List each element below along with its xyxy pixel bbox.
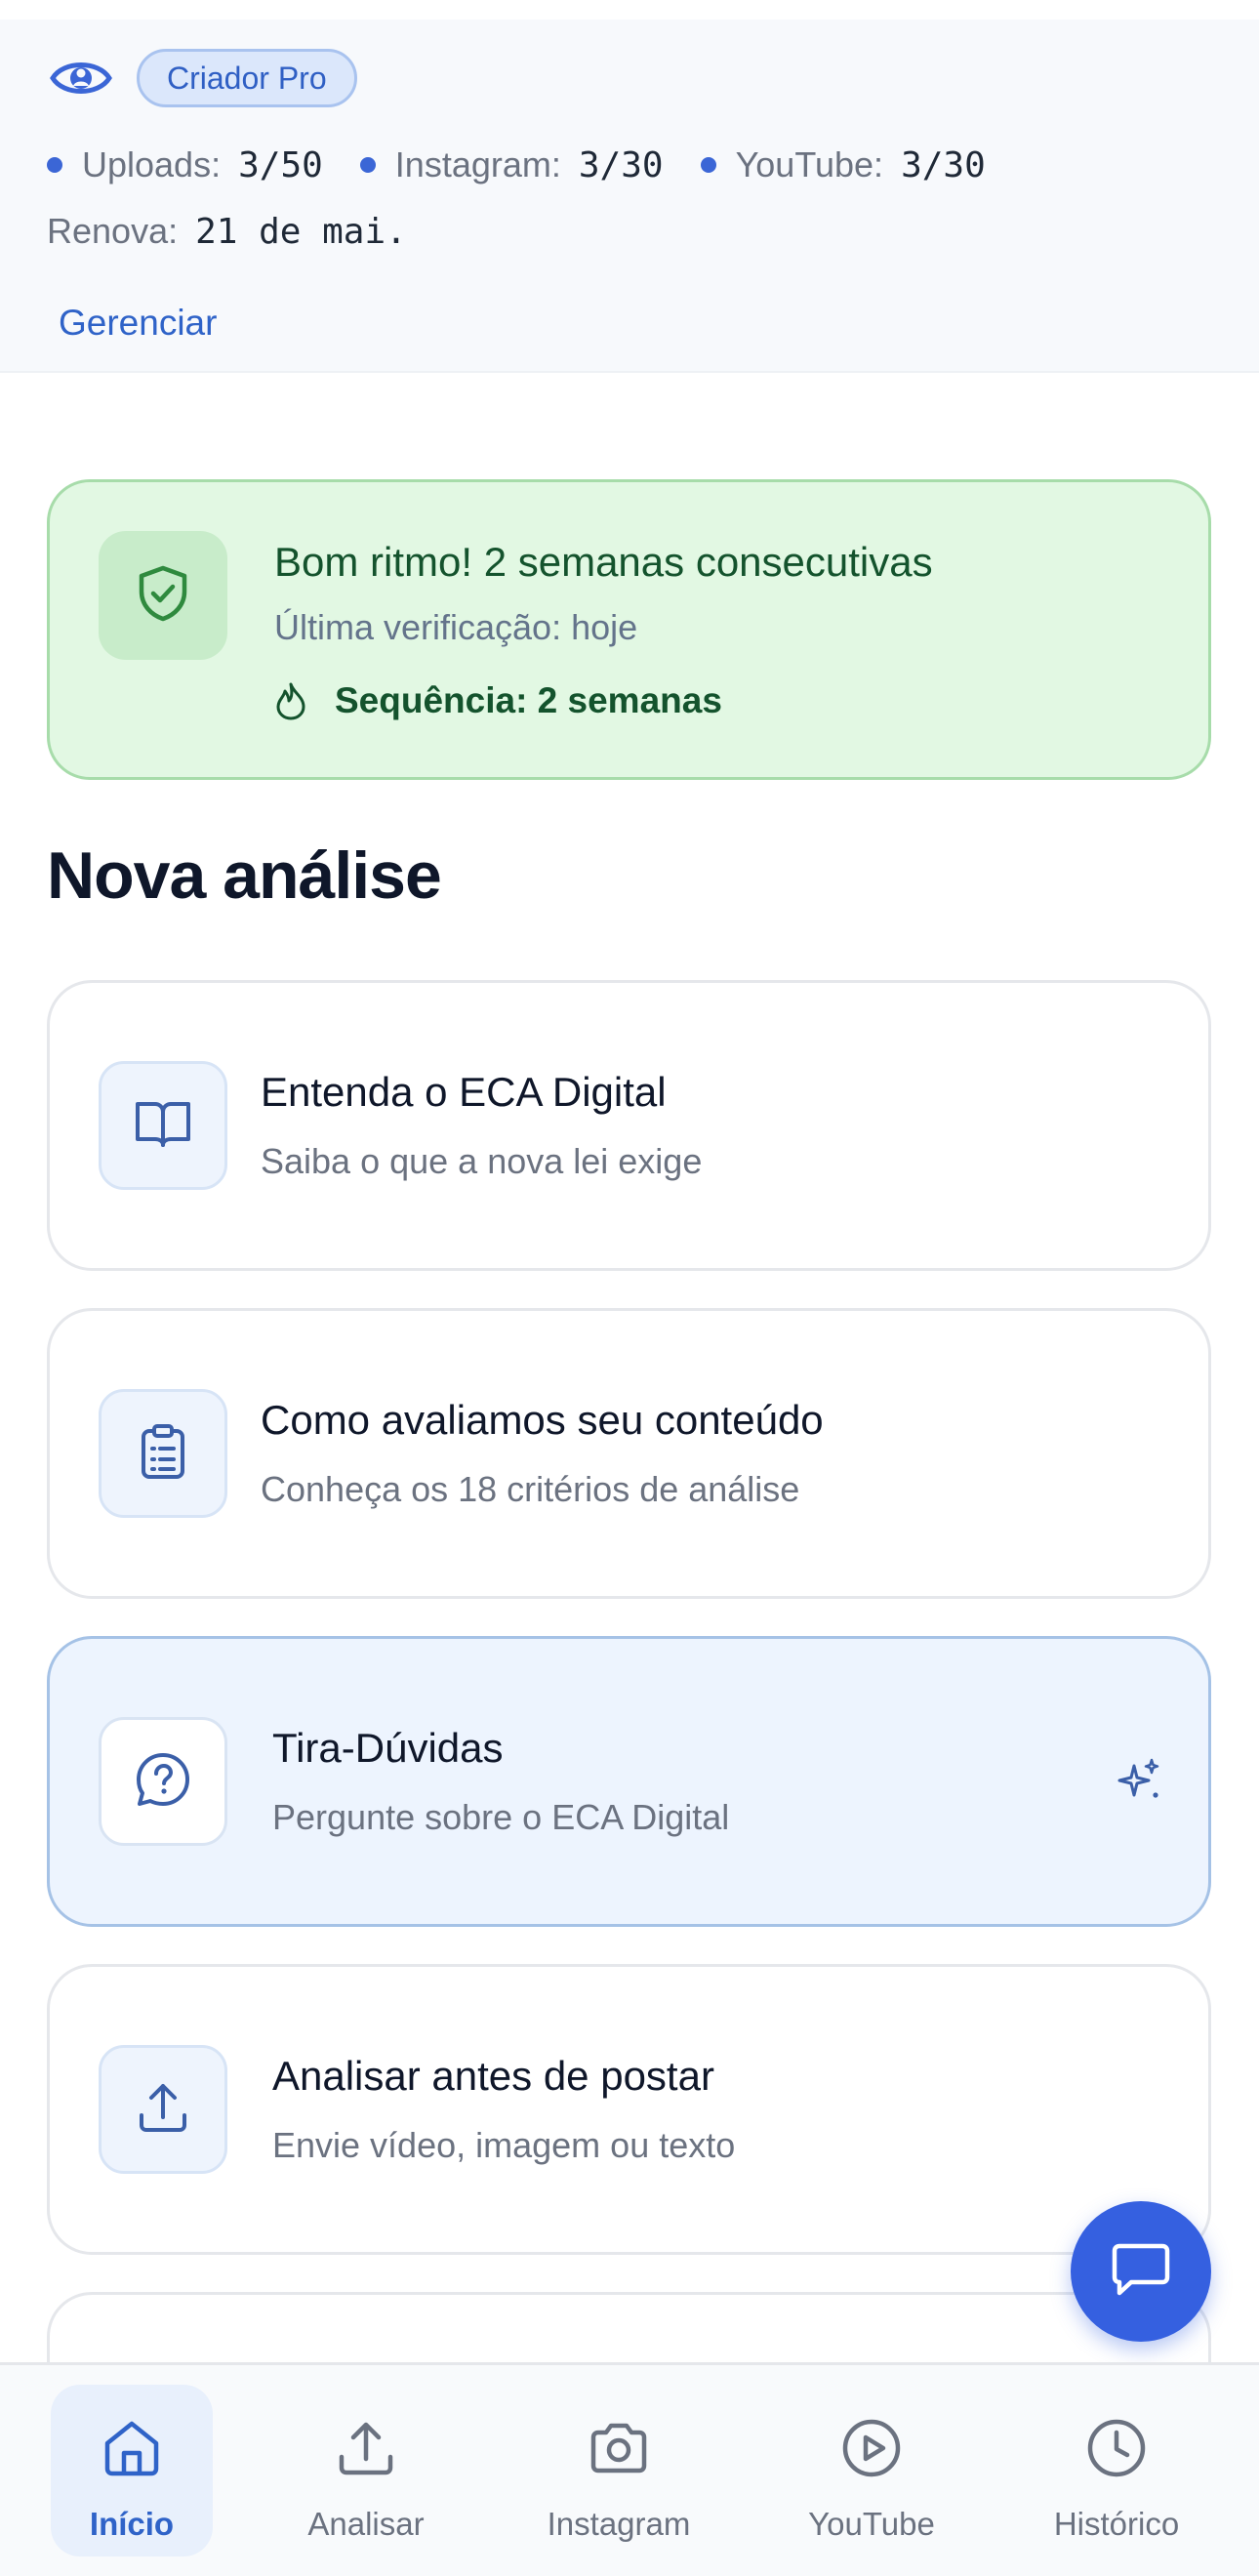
card-evaluation-criteria[interactable]: Como avaliamos seu conteúdo Conheça os 1… (47, 1308, 1211, 1599)
card-help-chat[interactable]: Tira-Dúvidas Pergunte sobre o ECA Digita… (47, 1636, 1211, 1927)
usage-item-instagram: Instagram: 3/30 (359, 144, 664, 185)
card-title: Entenda o ECA Digital (261, 1069, 667, 1115)
book-icon (134, 1098, 192, 1154)
nav-label: Instagram (547, 2506, 691, 2542)
streak-count: Sequência: 2 semanas (335, 680, 722, 720)
chat-fab-button[interactable] (1071, 2201, 1211, 2342)
renewal-label: Renova: (47, 211, 179, 251)
usage-label: Instagram: (394, 144, 561, 184)
streak-count-row: Sequência: 2 semanas (274, 680, 722, 721)
card-icon-box (99, 1389, 227, 1518)
card-title: Tira-Dúvidas (272, 1725, 504, 1771)
bottom-nav: Início Analisar Instagram YouTube Histór… (0, 2362, 1259, 2576)
card-icon-box (99, 1717, 227, 1846)
usage-dot (359, 157, 376, 173)
streak-title: Bom ritmo! 2 semanas consecutivas (274, 539, 933, 585)
card-icon-box (99, 2045, 227, 2174)
flame-icon (274, 681, 313, 720)
streak-card: Bom ritmo! 2 semanas consecutivas Última… (47, 479, 1211, 780)
usage-summary: Uploads: 3/50 Instagram: 3/30 YouTube: 3… (47, 144, 1023, 185)
card-subtitle: Saiba o que a nova lei exige (261, 1141, 703, 1181)
card-subtitle: Pergunte sobre o ECA Digital (272, 1797, 730, 1837)
usage-item-uploads: Uploads: 3/50 (47, 144, 323, 185)
nav-item-analisar[interactable]: Analisar (283, 2385, 449, 2556)
chat-bubble-icon (1112, 2242, 1170, 2302)
clock-icon (1082, 2414, 1151, 2482)
usage-label: Uploads: (82, 144, 222, 184)
renewal-info: Renova: 21 de mai. (47, 211, 407, 252)
card-title: Como avaliamos seu conteúdo (261, 1397, 824, 1443)
usage-value: 3/30 (578, 144, 664, 185)
section-title: Nova análise (47, 838, 442, 913)
card-subtitle: Envie vídeo, imagem ou texto (272, 2125, 736, 2165)
card-icon-box (99, 1061, 227, 1190)
home-icon (98, 2414, 166, 2482)
upload-icon (332, 2414, 400, 2482)
help-bubble-icon (134, 1750, 192, 1814)
streak-icon-box (99, 531, 227, 660)
nav-label: Analisar (307, 2506, 425, 2542)
usage-item-youtube: YouTube: 3/30 (700, 144, 986, 185)
card-understand-eca[interactable]: Entenda o ECA Digital Saiba o que a nova… (47, 980, 1211, 1271)
nav-item-inicio[interactable]: Início (51, 2385, 213, 2556)
usage-label: YouTube: (735, 144, 884, 184)
card-subtitle: Conheça os 18 critérios de análise (261, 1469, 800, 1509)
streak-last-check: Última verificação: hoje (274, 607, 638, 647)
renewal-date: 21 de mai. (195, 211, 407, 252)
nav-item-instagram[interactable]: Instagram (527, 2385, 711, 2556)
upload-icon (136, 2080, 190, 2140)
sparkle-icon (1115, 1756, 1163, 1805)
camera-icon (585, 2414, 653, 2482)
plan-header: Criador Pro Uploads: 3/50 Instagram: 3/3… (0, 20, 1259, 373)
shield-check-icon (136, 564, 190, 628)
nav-label: YouTube (808, 2506, 935, 2542)
usage-dot (700, 157, 716, 173)
plan-badge: Criador Pro (137, 49, 357, 107)
nav-item-historico[interactable]: Histórico (1036, 2385, 1197, 2556)
nav-label: Histórico (1053, 2506, 1180, 2542)
plan-badge-row: Criador Pro (49, 49, 357, 107)
card-title: Analisar antes de postar (272, 2053, 714, 2099)
usage-dot (47, 157, 62, 173)
card-analyze-before-posting[interactable]: Analisar antes de postar Envie vídeo, im… (47, 1964, 1211, 2255)
eye-icon[interactable] (49, 56, 113, 101)
nav-label: Início (89, 2506, 175, 2542)
manage-plan-link[interactable]: Gerenciar (59, 303, 217, 344)
play-circle-icon (837, 2414, 906, 2482)
clipboard-list-icon (139, 1422, 187, 1486)
usage-value: 3/30 (901, 144, 986, 185)
nav-item-youtube[interactable]: YouTube (791, 2385, 953, 2556)
usage-value: 3/50 (238, 144, 323, 185)
